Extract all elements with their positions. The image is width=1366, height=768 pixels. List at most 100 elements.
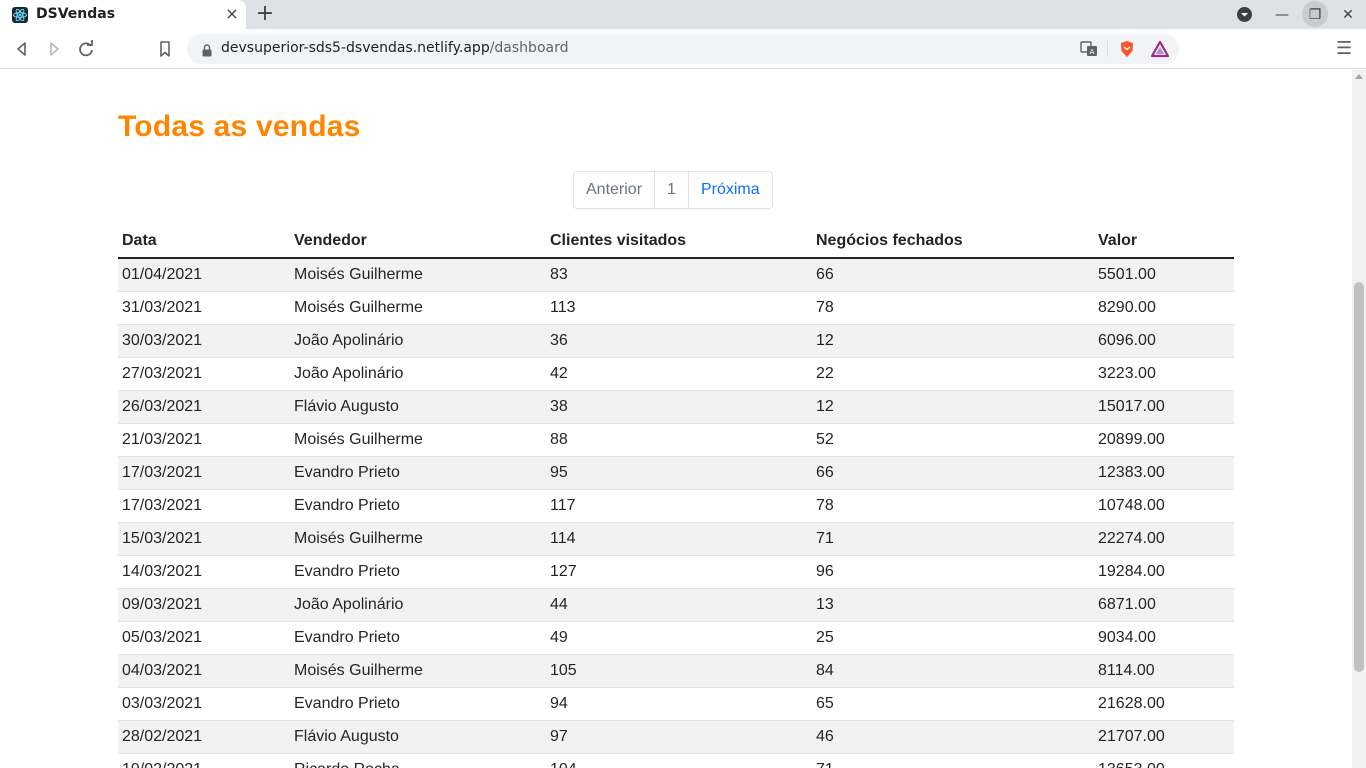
cell-deals: 71 [812, 753, 1094, 768]
pagination-previous-button[interactable]: Anterior [574, 172, 654, 208]
brave-rewards-icon[interactable] [1150, 40, 1170, 58]
sales-table: Data Vendedor Clientes visitados Negócio… [118, 225, 1234, 768]
tab-close-icon[interactable]: × [224, 6, 240, 22]
pagination: Anterior 1 Próxima [573, 171, 773, 209]
sales-table-body: 01/04/2021 Moisés Guilherme 83 66 5501.00 31/… [118, 258, 1234, 768]
table-row: 05/03/2021 Evandro Prieto 49 25 9034.00 [118, 621, 1234, 655]
react-logo-icon [12, 7, 28, 23]
cell-visited: 117 [546, 489, 812, 523]
address-bar[interactable]: devsuperior-sds5-dsvendas.netlify.app/da… [187, 34, 1179, 64]
cell-deals: 52 [812, 423, 1094, 457]
cell-seller: Moisés Guilherme [290, 522, 546, 556]
cell-deals: 84 [812, 654, 1094, 688]
cell-seller: João Apolinário [290, 588, 546, 622]
cell-amount: 6096.00 [1094, 324, 1234, 358]
page-scrollbar[interactable] [1352, 70, 1366, 768]
table-header-row: Data Vendedor Clientes visitados Negócio… [118, 225, 1234, 259]
column-header-amount: Valor [1094, 225, 1234, 259]
table-row: 17/03/2021 Evandro Prieto 117 78 10748.00 [118, 489, 1234, 523]
cell-amount: 21628.00 [1094, 687, 1234, 721]
cell-visited: 38 [546, 390, 812, 424]
cell-deals: 78 [812, 291, 1094, 325]
cell-deals: 46 [812, 720, 1094, 754]
table-row: 30/03/2021 João Apolinário 36 12 6096.00 [118, 324, 1234, 358]
cell-visited: 36 [546, 324, 812, 358]
cell-deals: 12 [812, 390, 1094, 424]
cell-visited: 104 [546, 753, 812, 768]
browser-tabstrip: DSVendas × + — ❐ ✕ [0, 0, 1366, 29]
cell-amount: 5501.00 [1094, 258, 1234, 292]
svg-text:A: A [1090, 48, 1095, 56]
cell-date: 14/03/2021 [118, 555, 290, 589]
column-header-deals: Negócios fechados [812, 225, 1094, 259]
back-icon[interactable] [10, 37, 34, 61]
cell-amount: 13653.00 [1094, 753, 1234, 768]
minimize-icon[interactable]: — [1272, 5, 1292, 25]
cell-amount: 22274.00 [1094, 522, 1234, 556]
reload-icon[interactable] [74, 37, 98, 61]
cell-deals: 66 [812, 456, 1094, 490]
table-row: 31/03/2021 Moisés Guilherme 113 78 8290.00 [118, 291, 1234, 325]
cell-seller: Moisés Guilherme [290, 423, 546, 457]
cell-deals: 13 [812, 588, 1094, 622]
restore-icon[interactable]: ❐ [1305, 5, 1325, 25]
cell-visited: 83 [546, 258, 812, 292]
cell-date: 26/03/2021 [118, 390, 290, 424]
cell-seller: Ricardo Rocha [290, 753, 546, 768]
cell-visited: 94 [546, 687, 812, 721]
cell-deals: 22 [812, 357, 1094, 391]
cell-deals: 96 [812, 555, 1094, 589]
cell-visited: 95 [546, 456, 812, 490]
cell-amount: 20899.00 [1094, 423, 1234, 457]
translate-icon[interactable]: A [1080, 40, 1098, 58]
browser-menu-icon[interactable]: ☰ [1336, 37, 1352, 61]
tab-title: DSVendas [36, 6, 116, 22]
cell-amount: 19284.00 [1094, 555, 1234, 589]
table-row: 28/02/2021 Flávio Augusto 97 46 21707.00 [118, 720, 1234, 754]
tab-search-icon[interactable] [1237, 7, 1252, 22]
cell-visited: 88 [546, 423, 812, 457]
page-content: Todas as vendas Anterior 1 Próxima Data … [0, 70, 1352, 768]
scroll-thumb[interactable] [1354, 282, 1364, 672]
url-text[interactable]: devsuperior-sds5-dsvendas.netlify.app/da… [221, 40, 568, 56]
browser-toolbar: devsuperior-sds5-dsvendas.netlify.app/da… [0, 29, 1366, 69]
pagination-current-page[interactable]: 1 [654, 172, 688, 208]
table-row: 15/03/2021 Moisés Guilherme 114 71 22274.00 [118, 522, 1234, 556]
cell-amount: 9034.00 [1094, 621, 1234, 655]
scroll-up-arrow-icon[interactable] [1355, 74, 1363, 79]
cell-amount: 12383.00 [1094, 456, 1234, 490]
cell-seller: João Apolinário [290, 324, 546, 358]
cell-deals: 12 [812, 324, 1094, 358]
cell-amount: 8290.00 [1094, 291, 1234, 325]
cell-date: 09/03/2021 [118, 588, 290, 622]
cell-date: 21/03/2021 [118, 423, 290, 457]
brave-shield-icon[interactable] [1118, 40, 1136, 58]
cell-seller: Evandro Prieto [290, 687, 546, 721]
cell-date: 19/02/2021 [118, 753, 290, 768]
cell-visited: 97 [546, 720, 812, 754]
browser-tab[interactable]: DSVendas × [0, 0, 246, 29]
cell-deals: 66 [812, 258, 1094, 292]
cell-visited: 113 [546, 291, 812, 325]
forward-icon[interactable] [42, 37, 66, 61]
bookmark-icon[interactable] [153, 37, 177, 61]
cell-date: 05/03/2021 [118, 621, 290, 655]
url-host: devsuperior-sds5-dsvendas.netlify.app [221, 40, 490, 56]
cell-deals: 71 [812, 522, 1094, 556]
omnibox-divider [1107, 41, 1108, 57]
cell-date: 15/03/2021 [118, 522, 290, 556]
cell-seller: Moisés Guilherme [290, 258, 546, 292]
cell-deals: 25 [812, 621, 1094, 655]
cell-visited: 49 [546, 621, 812, 655]
pagination-next-button[interactable]: Próxima [687, 172, 772, 208]
cell-seller: João Apolinário [290, 357, 546, 391]
cell-date: 30/03/2021 [118, 324, 290, 358]
close-window-icon[interactable]: ✕ [1338, 5, 1358, 25]
column-header-seller: Vendedor [290, 225, 546, 259]
new-tab-button[interactable]: + [254, 3, 276, 25]
cell-amount: 3223.00 [1094, 357, 1234, 391]
lock-icon[interactable] [202, 42, 212, 57]
cell-date: 31/03/2021 [118, 291, 290, 325]
cell-amount: 8114.00 [1094, 654, 1234, 688]
table-row: 21/03/2021 Moisés Guilherme 88 52 20899.00 [118, 423, 1234, 457]
